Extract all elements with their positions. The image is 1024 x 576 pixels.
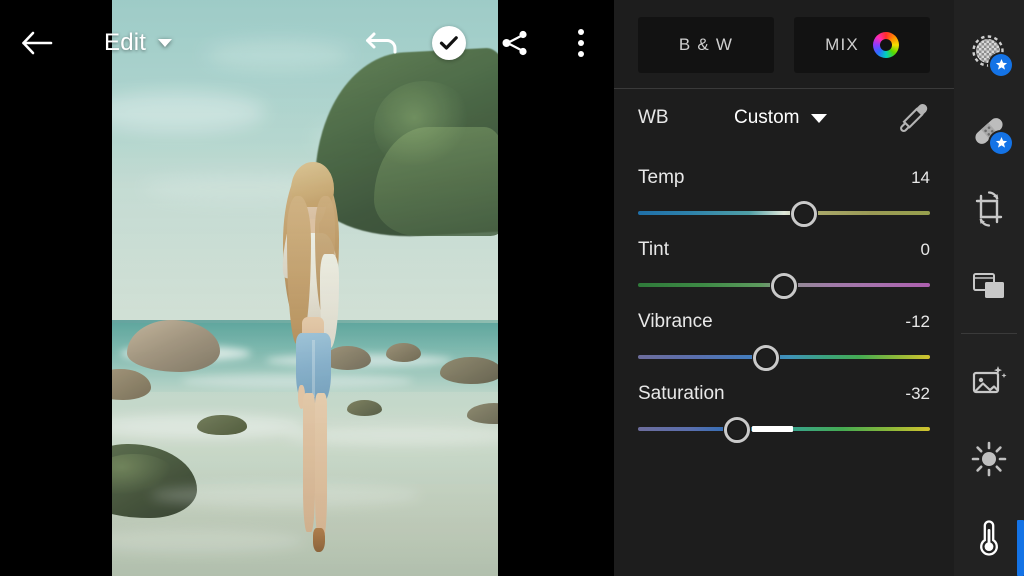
rail-item-color[interactable] [954,498,1024,576]
white-balance-dropdown[interactable]: Custom [734,107,828,129]
rail-item-light[interactable] [954,420,1024,498]
edit-mode-selector[interactable]: Edit [104,29,173,57]
share-icon [502,30,527,56]
bw-mode-button[interactable]: B & W [638,17,774,73]
slider-temp-header: Temp 14 [638,167,930,189]
slider-temp-knob[interactable] [791,201,818,227]
slider-saturation-label: Saturation [638,383,725,404]
thermometer-icon [980,520,998,556]
overflow-menu-icon [578,29,584,57]
slider-temp-track [638,211,930,215]
photo-editor-app: Edit B & W MIX WB Custom Temp 14 Tint 0 … [0,0,1024,576]
white-balance-label: WB [638,107,669,128]
slider-temp: Temp 14 [638,167,930,227]
photo-image [112,0,498,576]
check-circle-icon [432,26,466,60]
slider-saturation-track-wrap[interactable] [638,417,930,443]
bw-mode-label: B & W [678,35,734,54]
photo-cloud [204,40,352,70]
share-button[interactable] [482,0,548,86]
rail-divider [961,333,1017,335]
mix-mode-label: MIX [825,35,859,54]
crop-rotate-icon [975,190,1003,227]
chevron-down-icon [158,39,173,47]
eyedropper-icon [900,103,928,132]
slider-tint-header: Tint 0 [638,239,930,261]
photo-rock [196,414,248,436]
slider-tint-knob[interactable] [771,273,797,299]
back-button[interactable] [0,0,74,86]
rail-item-selective-masking[interactable] [954,14,1024,92]
slider-temp-value: 14 [911,168,930,187]
slider-tint: Tint 0 [638,239,930,299]
rail-item-healing-brush[interactable] [954,92,1024,170]
arrow-left-icon [22,31,53,55]
eyedropper-button[interactable] [896,101,930,135]
premium-star-badge [990,131,1012,154]
slider-saturation-value: -32 [905,384,930,403]
slider-list: Temp 14 Tint 0 Vibrance -12 Saturation -… [614,147,954,443]
slider-vibrance-value: -12 [905,312,930,331]
slider-tint-value: 0 [920,240,930,259]
slider-vibrance-header: Vibrance -12 [638,311,930,333]
page-title: Edit [104,29,147,56]
rail-item-presets-effects[interactable] [954,342,1024,420]
rail-item-versions[interactable] [954,247,1024,325]
tool-rail [954,0,1024,576]
top-toolbar-actions [350,0,614,86]
photo-stage: Edit [0,0,614,576]
versions-icon [973,273,1004,299]
undo-icon [366,32,397,54]
slider-temp-label: Temp [638,167,685,188]
rail-item-crop-rotate[interactable] [954,170,1024,248]
slider-vibrance-label: Vibrance [638,311,713,332]
rail-scroll-indicator[interactable] [1017,520,1024,576]
slider-vibrance: Vibrance -12 [638,311,930,371]
slider-tint-label: Tint [638,239,669,260]
color-edit-panel: B & W MIX WB Custom Temp 14 Tint 0 Vibra… [614,0,954,576]
confirm-button[interactable] [416,0,482,86]
photo-rock [440,357,498,384]
photo-canvas[interactable] [112,0,498,576]
white-balance-value: Custom [734,107,800,128]
color-wheel-icon [872,32,899,58]
slider-vibrance-track [638,355,930,359]
slider-vibrance-knob[interactable] [753,345,780,371]
photo-subject [266,156,359,565]
photo-headland-highlight [374,80,475,173]
slider-saturation-header: Saturation -32 [638,383,930,405]
color-mode-buttons: B & W MIX [614,0,954,73]
mix-mode-button[interactable]: MIX [794,17,930,73]
slider-saturation: Saturation -32 [638,383,930,443]
white-balance-row: WB Custom [614,89,954,147]
sun-icon [971,441,1007,477]
slider-tint-track-wrap[interactable] [638,273,930,299]
slider-saturation-knob[interactable] [724,417,751,443]
premium-star-badge [990,53,1012,76]
slider-saturation-white-fill [751,426,793,432]
undo-button[interactable] [350,0,416,86]
photo-rock [386,342,421,363]
chevron-down-icon [811,113,828,123]
more-options-button[interactable] [548,0,614,86]
slider-temp-track-wrap[interactable] [638,201,930,227]
magic-image-icon [972,366,1007,394]
slider-vibrance-track-wrap[interactable] [638,345,930,371]
